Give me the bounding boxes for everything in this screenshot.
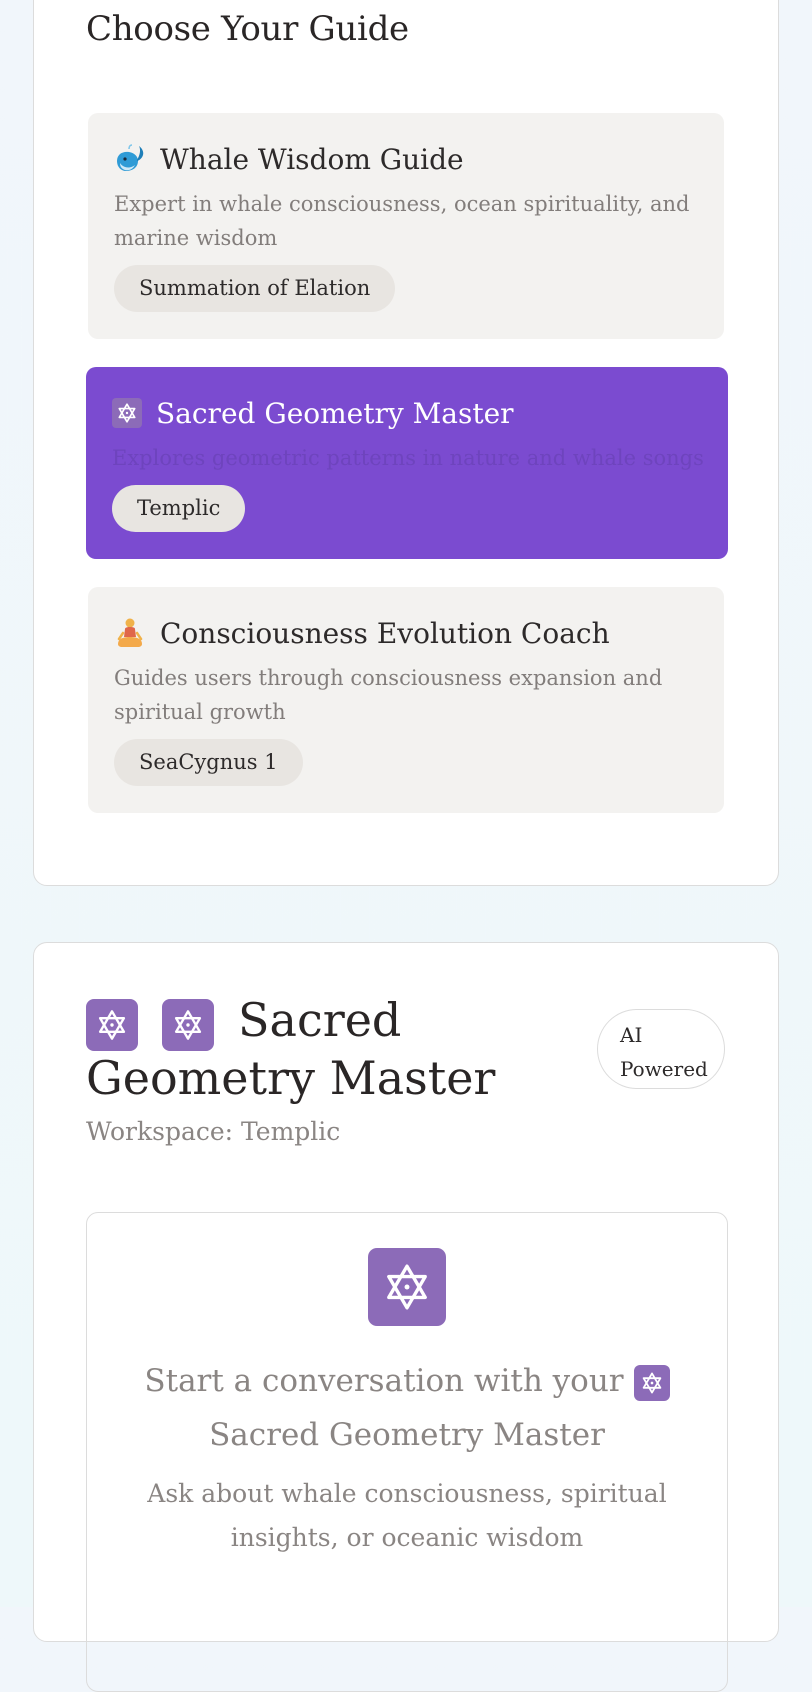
- workspace-label: Workspace: Templic: [86, 1117, 341, 1146]
- chat-title: Sacred Geometry Master: [86, 993, 546, 1106]
- chat-title-text: Sacred Geometry Master: [86, 993, 496, 1105]
- guide-card-consciousness-coach[interactable]: Consciousness Evolution Coach Guides use…: [88, 587, 724, 813]
- guide-selector-card: Choose Your Guide Whale Wisdom Guide Exp…: [33, 0, 779, 886]
- badge-line: AI: [620, 1023, 643, 1047]
- guide-card-sacred-geometry[interactable]: Sacred Geometry Master Explores geometri…: [86, 367, 728, 559]
- guide-header: Whale Wisdom Guide: [114, 139, 698, 179]
- guide-description: Explores geometric patterns in nature an…: [112, 446, 704, 470]
- meditating-person-icon: [114, 617, 146, 649]
- star-of-david-icon: [633, 1365, 670, 1401]
- whale-icon: [114, 143, 146, 175]
- star-of-david-icon: [112, 398, 142, 428]
- guide-name: Whale Wisdom Guide: [160, 142, 464, 176]
- chat-empty-state: Start a conversation with your Sacred Ge…: [86, 1212, 728, 1692]
- chat-card: Sacred Geometry Master AI Powered Worksp…: [33, 942, 779, 1692]
- guide-name: Sacred Geometry Master: [156, 396, 514, 430]
- section-title: Choose Your Guide: [86, 9, 409, 49]
- guide-description: Expert in whale consciousness, ocean spi…: [114, 192, 690, 250]
- guide-card-whale-wisdom[interactable]: Whale Wisdom Guide Expert in whale consc…: [88, 113, 724, 339]
- star-of-david-icon: [368, 1248, 446, 1326]
- workspace-chip: Summation of Elation: [114, 265, 396, 312]
- star-of-david-icon: [86, 999, 138, 1051]
- guide-header: Sacred Geometry Master: [112, 393, 702, 433]
- ai-powered-badge: AI Powered: [597, 1009, 725, 1089]
- empty-title-text: Start a conversation with your: [144, 1363, 624, 1399]
- empty-state-subtitle: Ask about whale consciousness, spiritual…: [147, 1479, 667, 1552]
- empty-state-title: Start a conversation with your Sacred Ge…: [127, 1354, 687, 1462]
- guide-description: Guides users through consciousness expan…: [114, 666, 663, 724]
- star-of-david-icon: [162, 999, 214, 1051]
- workspace-chip: Templic: [112, 485, 246, 532]
- guide-header: Consciousness Evolution Coach: [114, 613, 698, 653]
- guide-name: Consciousness Evolution Coach: [160, 616, 610, 650]
- empty-title-guide-name: Sacred Geometry Master: [209, 1417, 605, 1453]
- workspace-chip: SeaCygnus 1: [114, 739, 303, 786]
- badge-line: Powered: [620, 1057, 708, 1081]
